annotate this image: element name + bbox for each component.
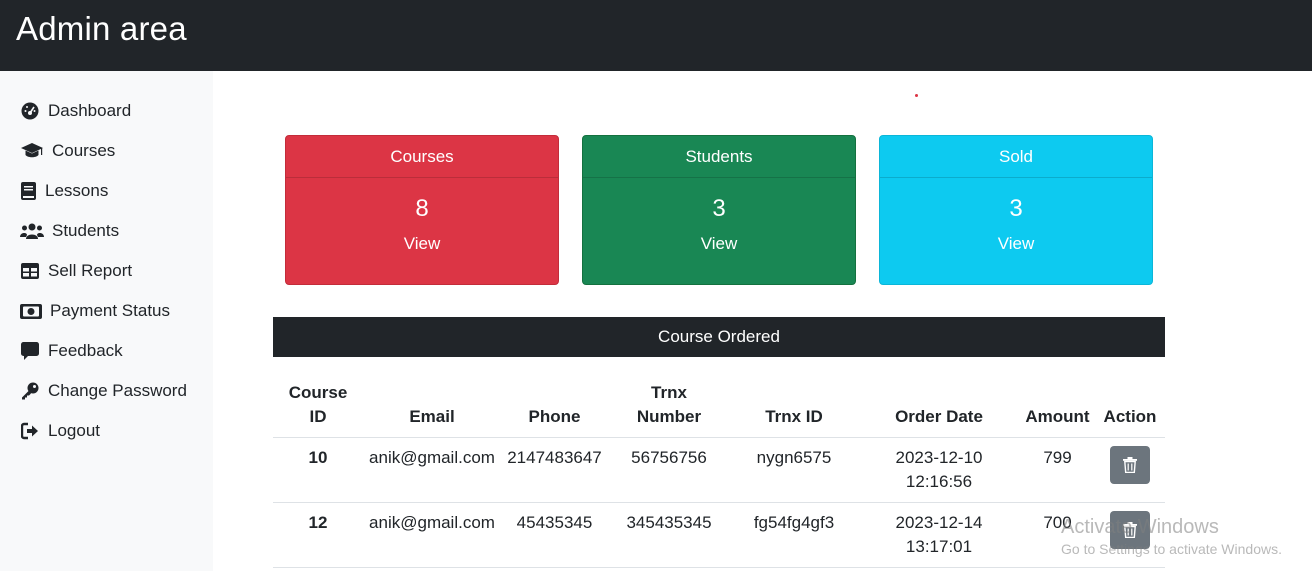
sold-card: Sold 3 View	[879, 135, 1153, 285]
trash-icon	[1123, 522, 1137, 538]
sidebar-item-dashboard[interactable]: Dashboard	[19, 99, 131, 123]
cell-trnx-id: fg54fg4gf3	[730, 502, 858, 568]
header-line: ID	[309, 407, 327, 426]
order-date: 2023-12-10	[895, 448, 983, 467]
col-header-trnx-number: Trnx Number	[608, 381, 730, 438]
cell-phone: 45435345	[501, 502, 608, 568]
sidebar-item-logout[interactable]: Logout	[19, 419, 100, 443]
sidebar-item-label: Change Password	[48, 381, 187, 400]
cell-course-id: 12	[273, 502, 363, 568]
header-line: Trnx	[651, 383, 687, 402]
sidebar-item-payment-status[interactable]: Payment Status	[19, 299, 170, 323]
sidebar-item-students[interactable]: Students	[19, 219, 119, 243]
sidebar-item-label: Lessons	[45, 181, 109, 200]
card-count: 8	[415, 195, 429, 222]
card-view-link[interactable]: View	[880, 234, 1152, 254]
card-header: Students	[583, 136, 855, 178]
red-dot-marker	[915, 94, 918, 97]
sidebar-item-label: Courses	[52, 141, 116, 160]
col-header-amount: Amount	[1020, 381, 1095, 438]
col-header-email: Email	[363, 381, 501, 438]
header-line: Course	[288, 383, 348, 402]
cell-amount: 700	[1020, 502, 1095, 568]
card-count: 3	[1009, 195, 1023, 222]
card-header: Sold	[880, 136, 1152, 178]
table-row: 10 anik@gmail.com 2147483647 56756756 ny…	[273, 437, 1165, 503]
delete-button[interactable]	[1110, 511, 1150, 549]
comment-icon	[19, 341, 41, 361]
card-view-link[interactable]: View	[286, 234, 558, 254]
card-header: Courses	[286, 136, 558, 178]
cell-trnx-number: 345435345	[608, 502, 730, 568]
users-icon	[19, 221, 44, 241]
order-time: 13:17:01	[905, 537, 973, 556]
cell-email: anik@gmail.com	[363, 502, 501, 568]
cell-action	[1095, 502, 1165, 568]
sidebar-item-label: Dashboard	[48, 101, 132, 120]
sidebar-item-label: Sell Report	[48, 261, 133, 280]
sidebar-item-feedback[interactable]: Feedback	[19, 339, 123, 363]
dashboard-gauge-icon	[19, 101, 41, 121]
card-view-link[interactable]: View	[583, 234, 855, 254]
header-line: Number	[636, 407, 702, 426]
students-card: Students 3 View	[582, 135, 856, 285]
cell-amount: 799	[1020, 437, 1095, 503]
graduation-cap-icon	[19, 141, 44, 161]
sidebar-item-label: Students	[52, 221, 120, 240]
trash-icon	[1123, 457, 1137, 473]
cell-order-date: 2023-12-10 12:16:56	[858, 437, 1020, 503]
sidebar-item-label: Logout	[48, 421, 100, 440]
cell-email: anik@gmail.com	[363, 437, 501, 503]
key-icon	[19, 381, 41, 401]
col-header-action: Action	[1095, 381, 1165, 438]
table-row: 12 anik@gmail.com 45435345 345435345 fg5…	[273, 502, 1165, 568]
col-header-trnx-id: Trnx ID	[730, 381, 858, 438]
cell-phone: 2147483647	[501, 437, 608, 503]
col-header-order-date: Order Date	[858, 381, 1020, 438]
cell-trnx-number: 56756756	[608, 437, 730, 503]
book-icon	[19, 181, 37, 201]
sidebar-item-label: Payment Status	[50, 301, 171, 320]
col-header-phone: Phone	[501, 381, 608, 438]
top-navbar: Admin area	[0, 0, 1312, 71]
delete-button[interactable]	[1110, 446, 1150, 484]
order-time: 12:16:56	[905, 472, 973, 491]
brand-title[interactable]: Admin area	[16, 10, 187, 48]
cell-course-id: 10	[273, 437, 363, 503]
col-header-course-id: Course ID	[273, 381, 363, 438]
sidebar: Dashboard Courses Lessons Students Sell …	[0, 71, 213, 571]
courses-card: Courses 8 View	[285, 135, 559, 285]
card-count: 3	[712, 195, 726, 222]
sidebar-item-sell-report[interactable]: Sell Report	[19, 259, 132, 283]
order-date: 2023-12-14	[895, 513, 983, 532]
table-icon	[19, 261, 41, 281]
sign-out-icon	[19, 421, 41, 441]
money-bill-icon	[19, 301, 43, 321]
sidebar-item-lessons[interactable]: Lessons	[19, 179, 108, 203]
cell-order-date: 2023-12-14 13:17:01	[858, 502, 1020, 568]
sidebar-item-courses[interactable]: Courses	[19, 139, 115, 163]
orders-table: Course ID Email Phone Trnx Number Trnx ID …	[273, 381, 1165, 568]
sidebar-item-change-password[interactable]: Change Password	[19, 379, 187, 403]
course-ordered-heading: Course Ordered	[273, 317, 1165, 357]
cell-trnx-id: nygn6575	[730, 437, 858, 503]
table-header-row: Course ID Email Phone Trnx Number Trnx ID …	[273, 381, 1165, 438]
sidebar-item-label: Feedback	[48, 341, 123, 360]
cell-action	[1095, 437, 1165, 503]
